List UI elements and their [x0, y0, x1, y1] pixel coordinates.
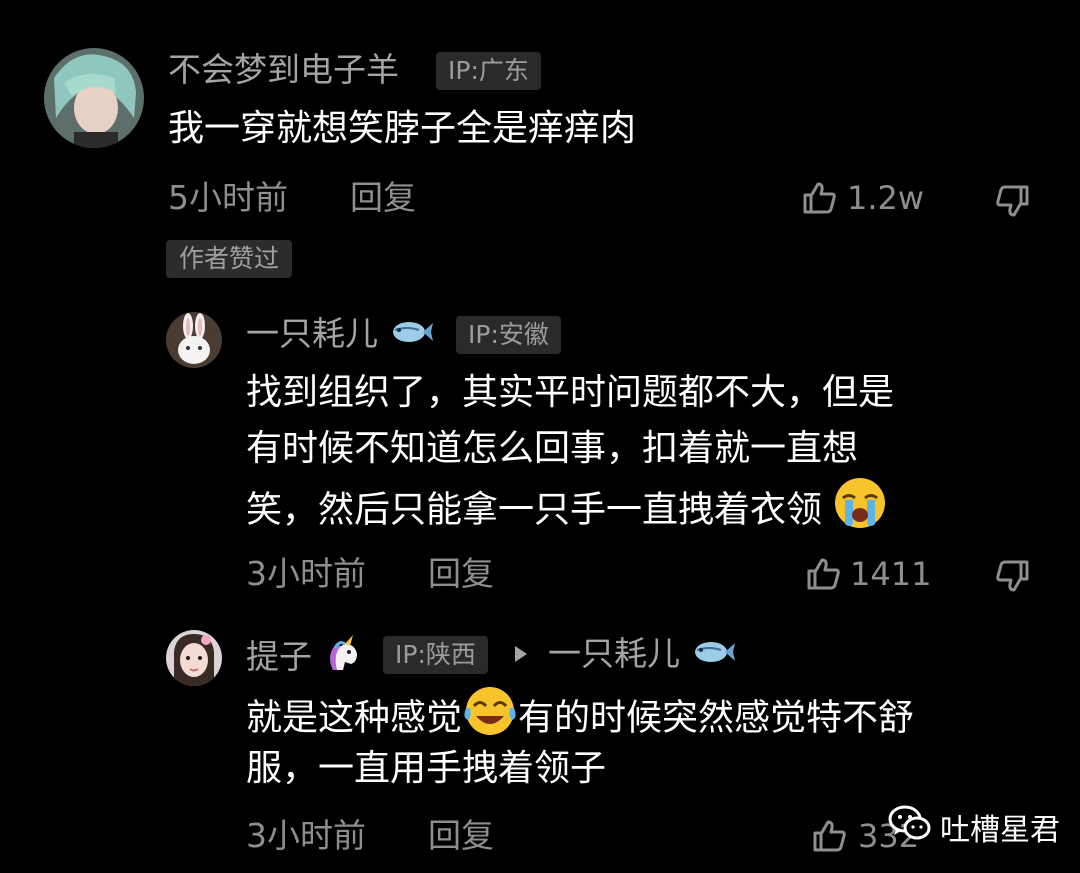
watermark-text: 吐槽星君	[940, 813, 1060, 848]
like-count: 1411	[850, 555, 932, 593]
ip-badge: IP:广东	[436, 52, 541, 90]
comment-text-line-2: 服，一直用手拽着领子	[246, 748, 607, 789]
reply-button[interactable]: 回复	[350, 178, 416, 218]
reply-button[interactable]: 回复	[428, 554, 494, 594]
thumbs-up-icon[interactable]	[812, 818, 848, 858]
avatar[interactable]	[166, 630, 222, 686]
timestamp: 3小时前	[246, 816, 366, 855]
crying-emoji	[833, 476, 887, 547]
reply-to-username-text: 一只耗儿	[548, 634, 680, 673]
watermark: 吐槽星君	[888, 804, 1060, 850]
author-liked-badge: 作者赞过	[166, 240, 293, 278]
thumbs-down-icon[interactable]	[994, 183, 1030, 223]
username[interactable]: 不会梦到电子羊	[168, 50, 399, 90]
reply-button[interactable]: 回复	[428, 816, 494, 856]
username[interactable]: 一只耗儿	[246, 314, 433, 356]
username-text: 一只耗儿	[246, 314, 378, 353]
ip-badge: IP:陕西	[383, 636, 488, 674]
thumbs-down-icon[interactable]	[994, 558, 1030, 598]
reply-to-username[interactable]: 一只耗儿	[548, 634, 735, 676]
thumbs-up-icon[interactable]	[806, 556, 842, 596]
avatar[interactable]	[166, 312, 222, 368]
comment-text-line-3-text: 笑，然后只能拿一只手一直拽着衣领	[246, 489, 823, 531]
comment-text-line-1: 找到组织了，其实平时问题都不大，但是	[246, 372, 895, 413]
comment-text: 我一穿就想笑脖子全是痒痒肉	[168, 108, 637, 149]
username[interactable]: 提子	[246, 634, 363, 683]
ip-badge: IP:安徽	[456, 316, 561, 354]
unicorn-emoji	[323, 634, 363, 683]
timestamp: 3小时前	[246, 554, 366, 593]
reply-arrow-icon	[513, 645, 529, 667]
thumbs-up-icon[interactable]	[802, 180, 838, 220]
comment-text-part-b: 有的时候突然感觉特不舒	[518, 697, 915, 739]
avatar[interactable]	[44, 48, 144, 148]
wechat-icon	[888, 804, 932, 850]
fish-emoji	[389, 316, 433, 356]
timestamp: 5小时前	[168, 178, 288, 217]
like-count: 1.2w	[847, 179, 925, 217]
comment-text-line-2: 有时候不知道怎么回事，扣着就一直想	[246, 428, 859, 469]
fish-emoji	[691, 636, 735, 676]
comment-text-part-a: 就是这种感觉	[246, 697, 463, 739]
username-text: 提子	[246, 637, 312, 676]
comment-text-line-3: 笑，然后只能拿一只手一直拽着衣领	[246, 476, 887, 547]
